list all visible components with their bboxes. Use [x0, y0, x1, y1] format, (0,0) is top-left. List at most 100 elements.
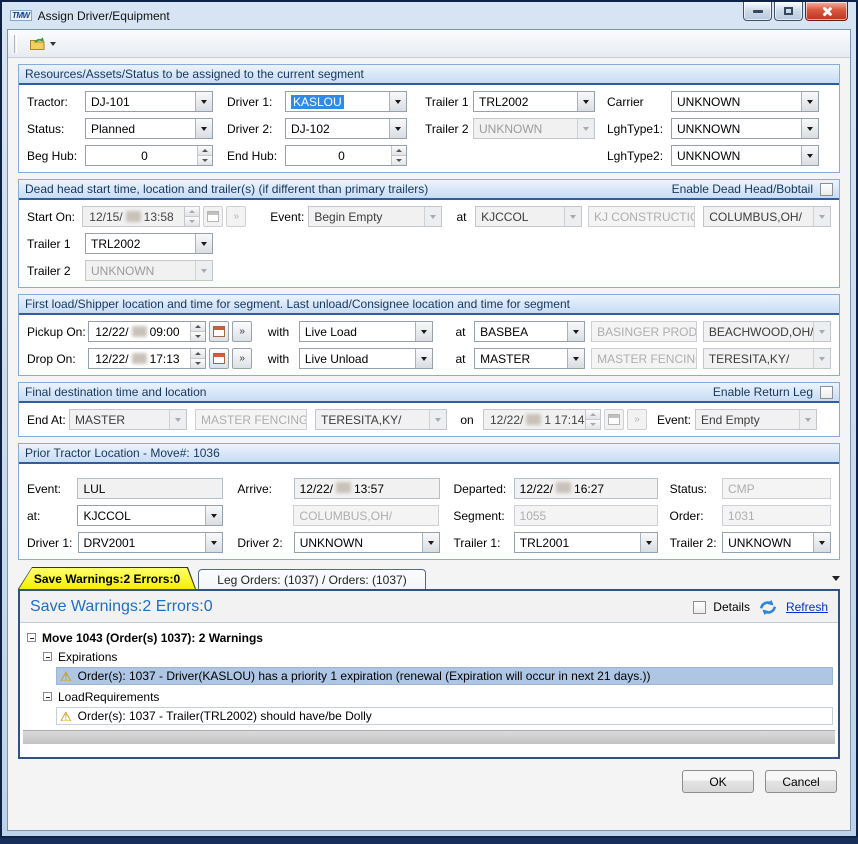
prior-departed-field: 12/22/16:27	[514, 478, 658, 499]
details-checkbox[interactable]	[693, 601, 706, 614]
prior-driver1-combobox[interactable]: DRV2001	[78, 532, 224, 553]
starton-label: Start On:	[27, 210, 82, 224]
section-prior-tractor: Prior Tractor Location - Move#: 1036 Eve…	[18, 443, 840, 560]
dialog-window: TMW Assign Driver/Equipment Resources/As…	[0, 0, 858, 838]
spinner-icon[interactable]	[190, 322, 205, 341]
starton-datetime: 12/15/13:58 »	[82, 206, 246, 227]
maximize-button[interactable]	[774, 2, 803, 21]
prior-arrive-label: Arrive:	[237, 482, 293, 496]
enable-returnleg-checkbox[interactable]	[820, 386, 833, 399]
dropdown-icon	[813, 322, 830, 341]
warnings-panel: Save Warnings:2 Errors:0 Details Refresh	[18, 589, 840, 759]
warnings-tree: Move 1043 (Order(s) 1037): 2 Warnings Ex…	[20, 623, 838, 757]
tab-leg-orders[interactable]: Leg Orders: (1037) / Orders: (1037)	[198, 569, 426, 589]
driver2-combobox[interactable]: DJ-102	[285, 118, 407, 139]
dropdown-icon	[801, 119, 818, 138]
carrier-combobox[interactable]: UNKNOWN	[671, 91, 819, 112]
dh-trailer1-label: Trailer 1	[27, 237, 85, 251]
collapse-icon[interactable]	[27, 633, 36, 642]
dropdown-icon	[415, 322, 432, 341]
beghub-stepper[interactable]: 0	[85, 145, 213, 166]
warnings-panel-title: Save Warnings:2 Errors:0	[30, 598, 213, 616]
lghtype2-combobox[interactable]: UNKNOWN	[671, 145, 819, 166]
endat-event-combobox: End Empty	[695, 409, 817, 430]
minimize-icon	[753, 10, 763, 13]
lghtype1-combobox[interactable]: UNKNOWN	[671, 118, 819, 139]
dropdown-icon	[195, 261, 212, 280]
prior-driver2-combobox[interactable]: UNKNOWN	[294, 532, 440, 553]
dh-trailer2-label: Trailer 2	[27, 264, 85, 278]
prior-trailer2-combobox[interactable]: UNKNOWN	[722, 532, 831, 553]
section-deadhead: Dead head start time, location and trail…	[18, 179, 840, 288]
tab-save-warnings[interactable]: Save Warnings:2 Errors:0	[18, 567, 196, 589]
warning-row-expiration[interactable]: ⚠ Order(s): 1037 - Driver(KASLOU) has a …	[56, 667, 833, 685]
dh-location-combobox: KJCCOL	[475, 206, 582, 227]
prior-order-field: 1031	[722, 505, 831, 526]
enable-returnleg-label: Enable Return Leg	[713, 385, 813, 399]
warning-text: Order(s): 1037 - Driver(KASLOU) has a pr…	[78, 669, 651, 683]
title-bar: TMW Assign Driver/Equipment	[2, 2, 856, 29]
pickup-datetime[interactable]: 12/22/09:00 »	[88, 321, 252, 342]
dropdown-icon	[195, 234, 212, 253]
tree-group-loadrequirements: LoadRequirements	[58, 690, 159, 704]
driver1-label: Driver 1:	[227, 95, 285, 109]
more-dates-button[interactable]: »	[232, 348, 252, 369]
ok-button[interactable]: OK	[682, 770, 754, 793]
spinner-icon[interactable]	[391, 146, 406, 165]
lghtype2-label: LghType2:	[607, 149, 671, 163]
redacted-year	[526, 414, 541, 425]
endhub-stepper[interactable]: 0	[285, 145, 407, 166]
tab-overflow-icon[interactable]	[832, 576, 840, 581]
drop-label: Drop On:	[27, 352, 88, 366]
refresh-link[interactable]: Refresh	[786, 600, 828, 614]
driver1-combobox[interactable]: KASLOU	[285, 91, 407, 112]
drop-location-combobox[interactable]: MASTER	[474, 348, 585, 369]
spinner-icon	[184, 207, 199, 226]
close-button[interactable]	[805, 2, 848, 21]
tractor-combobox[interactable]: DJ-101	[85, 91, 213, 112]
prior-trailer1-combobox[interactable]: TRL2001	[514, 532, 658, 553]
close-icon	[821, 6, 832, 17]
more-dates-button[interactable]: »	[232, 321, 252, 342]
minimize-button[interactable]	[743, 2, 772, 21]
pickup-location-combobox[interactable]: BASBEA	[474, 321, 585, 342]
pickup-event-combobox[interactable]: Live Load	[299, 321, 433, 342]
collapse-icon[interactable]	[43, 692, 52, 701]
prior-location-combobox[interactable]: KJCCOL	[77, 505, 223, 526]
dh-city-combobox: COLUMBUS,OH/	[703, 206, 831, 227]
collapse-icon[interactable]	[43, 652, 52, 661]
spinner-icon[interactable]	[190, 349, 205, 368]
folder-arrow-icon	[29, 36, 47, 51]
prior-event-label: Event:	[27, 482, 77, 496]
redacted-year	[336, 482, 351, 493]
warning-row-loadrequirement[interactable]: ⚠ Order(s): 1037 - Trailer(TRL2002) shou…	[56, 707, 833, 725]
tree-group-expirations: Expirations	[58, 650, 117, 664]
pickup-location-name: BASINGER PRODUCT	[591, 321, 697, 342]
dropdown-icon	[564, 207, 581, 226]
enable-deadhead-label: Enable Dead Head/Bobtail	[672, 182, 813, 196]
prior-at-label: at:	[27, 509, 77, 523]
calendar-button[interactable]	[209, 348, 229, 369]
status-label: Status:	[27, 122, 85, 136]
status-combobox[interactable]: Planned	[85, 118, 213, 139]
enable-deadhead-checkbox[interactable]	[820, 183, 833, 196]
drop-event-combobox[interactable]: Live Unload	[299, 348, 433, 369]
dh-trailer1-combobox[interactable]: TRL2002	[85, 233, 213, 254]
prior-arrive-field: 12/22/13:57	[294, 478, 440, 499]
trailer2-label: Trailer 2	[425, 122, 473, 136]
trailer1-label: Trailer 1	[425, 95, 473, 109]
tab-strip: Save Warnings:2 Errors:0 Leg Orders: (10…	[18, 567, 840, 589]
expand-move-button[interactable]	[23, 33, 62, 54]
spinner-icon[interactable]	[197, 146, 212, 165]
dh-at-label: at	[454, 210, 469, 224]
redacted-year	[126, 211, 141, 222]
section-prior-header: Prior Tractor Location - Move#: 1036	[25, 446, 220, 460]
tmw-logo-icon: TMW	[10, 10, 32, 21]
cancel-button[interactable]: Cancel	[765, 770, 837, 793]
calendar-button[interactable]	[209, 321, 229, 342]
drop-datetime[interactable]: 12/22/17:13 »	[88, 348, 252, 369]
prior-event-field: LUL	[77, 478, 223, 499]
trailer1-combobox[interactable]: TRL2002	[473, 91, 595, 112]
dh-event-combobox: Begin Empty	[308, 206, 442, 227]
dropdown-icon	[813, 207, 830, 226]
